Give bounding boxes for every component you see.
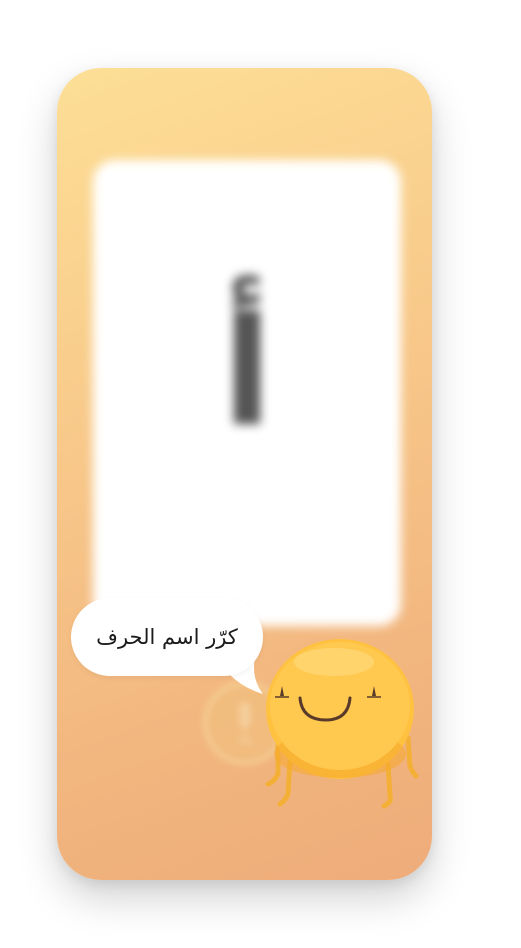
letter-card[interactable]: أ [93,160,401,626]
letter-glyph: أ [221,286,273,460]
speech-bubble-text: كرّر اسم الحرف [96,625,238,649]
speech-bubble: كرّر اسم الحرف [71,598,263,676]
app-screen: أ كرّر اسم الحرف [57,68,432,880]
mascot-character[interactable] [260,634,420,814]
microphone-icon [238,702,252,743]
